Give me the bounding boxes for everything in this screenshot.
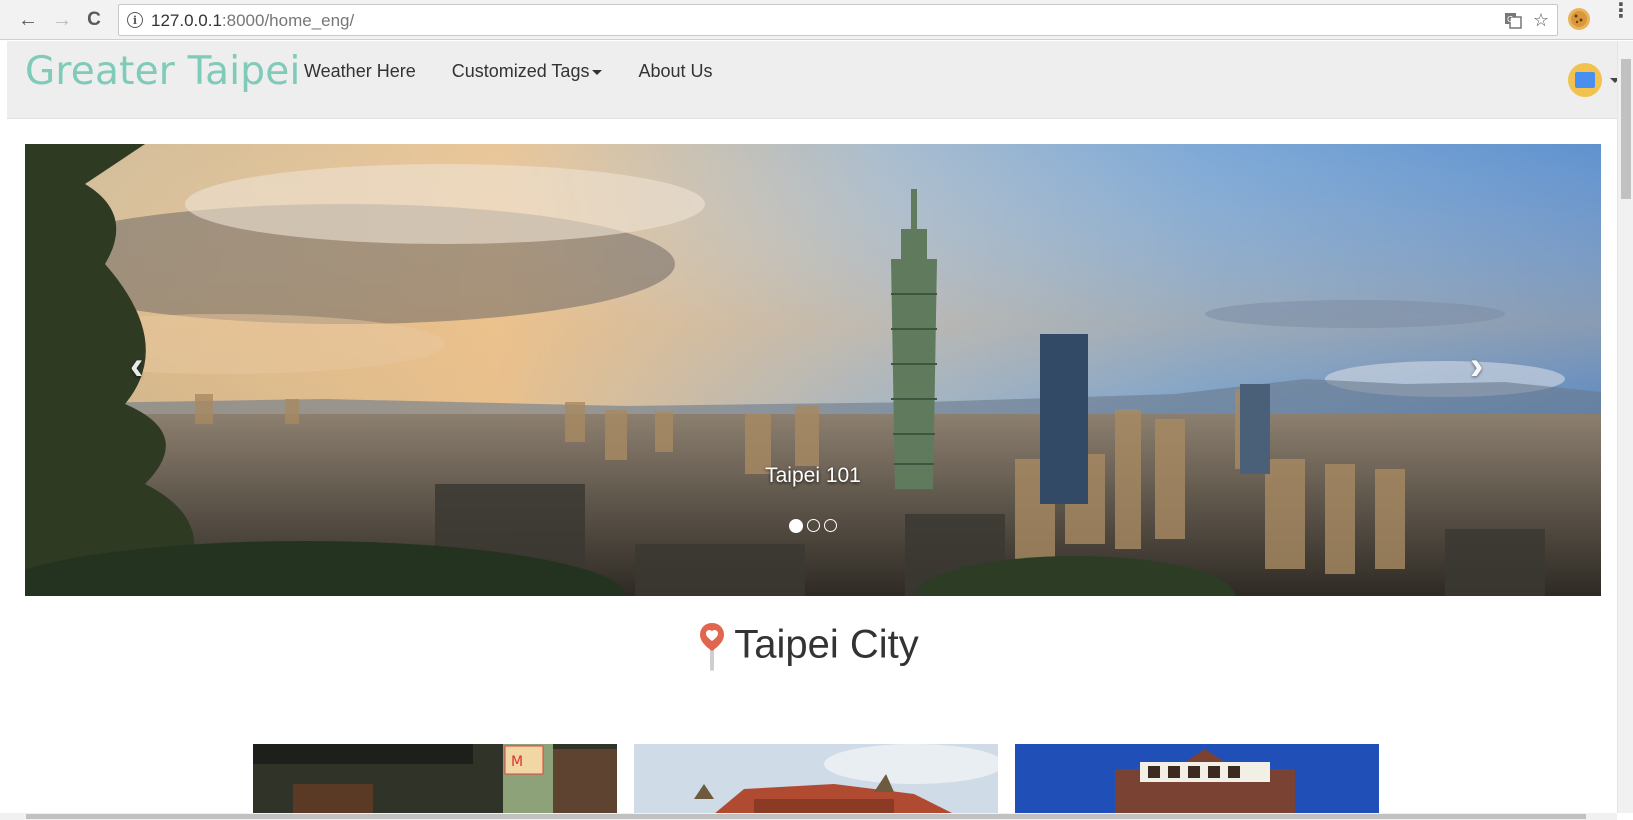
reload-icon: C — [87, 9, 101, 30]
page-content: Greater Taipei Weather Here Customized T… — [0, 41, 1617, 813]
svg-text:G: G — [1507, 15, 1513, 24]
browser-toolbar: ← → C i 127.0.0.1:8000/home_eng/ G ☆ ⋮ — [0, 0, 1633, 40]
carousel-caption: Taipei 101 — [765, 464, 861, 487]
google-translate-icon[interactable] — [1568, 63, 1602, 97]
vertical-scrollbar[interactable] — [1617, 41, 1633, 813]
scrollbar-thumb[interactable] — [1621, 59, 1631, 199]
translate-icon[interactable]: G — [1502, 10, 1524, 30]
attraction-image: M — [253, 744, 617, 813]
svg-text:M: M — [511, 754, 523, 770]
attraction-thumbnails: M — [253, 744, 1379, 813]
attraction-card[interactable]: M — [253, 744, 617, 813]
caret-down-icon[interactable] — [1610, 78, 1617, 83]
site-brand[interactable]: Greater Taipei — [25, 49, 301, 94]
section-title: Taipei City — [734, 622, 919, 667]
carousel-prev-chevron-icon[interactable]: ‹ — [130, 344, 143, 389]
section-heading: Taipei City — [0, 621, 1617, 673]
nav-link-weather[interactable]: Weather Here — [304, 61, 416, 82]
scrollbar-thumb[interactable] — [26, 814, 1586, 819]
carousel-indicators — [25, 519, 1601, 533]
carousel-indicator[interactable] — [789, 519, 803, 533]
info-icon[interactable]: i — [127, 12, 143, 28]
back-button[interactable]: ← — [16, 8, 40, 32]
forward-button[interactable]: → — [50, 8, 74, 32]
nav-link-customized-tags[interactable]: Customized Tags — [452, 61, 603, 82]
browser-menu-icon[interactable]: ⋮ — [1611, 1, 1631, 21]
attraction-card[interactable] — [634, 744, 998, 813]
address-bar[interactable]: i 127.0.0.1:8000/home_eng/ G ☆ — [118, 4, 1558, 36]
carousel-indicator[interactable] — [807, 519, 820, 532]
hero-carousel: ‹ › Taipei 101 — [25, 144, 1601, 596]
forward-arrow-icon: → — [52, 8, 72, 31]
carousel-indicator[interactable] — [824, 519, 837, 532]
carousel-next-chevron-icon[interactable]: › — [1470, 344, 1483, 389]
reload-button[interactable]: C — [82, 8, 106, 32]
map-pin-icon — [700, 623, 725, 671]
bookmark-star-icon[interactable]: ☆ — [1530, 10, 1552, 30]
attraction-card[interactable] — [1015, 744, 1379, 813]
attraction-image — [634, 744, 998, 813]
url-text[interactable]: 127.0.0.1:8000/home_eng/ — [151, 11, 354, 31]
caret-down-icon — [592, 69, 603, 75]
horizontal-scrollbar[interactable] — [0, 813, 1617, 820]
nav-link-about-us[interactable]: About Us — [638, 61, 712, 82]
nav-links: Weather Here Customized Tags About Us — [304, 61, 713, 82]
back-arrow-icon: ← — [18, 8, 38, 31]
extension-cookie-icon[interactable] — [1568, 8, 1590, 30]
attraction-image — [1015, 744, 1379, 813]
site-navbar: Greater Taipei Weather Here Customized T… — [7, 41, 1617, 119]
